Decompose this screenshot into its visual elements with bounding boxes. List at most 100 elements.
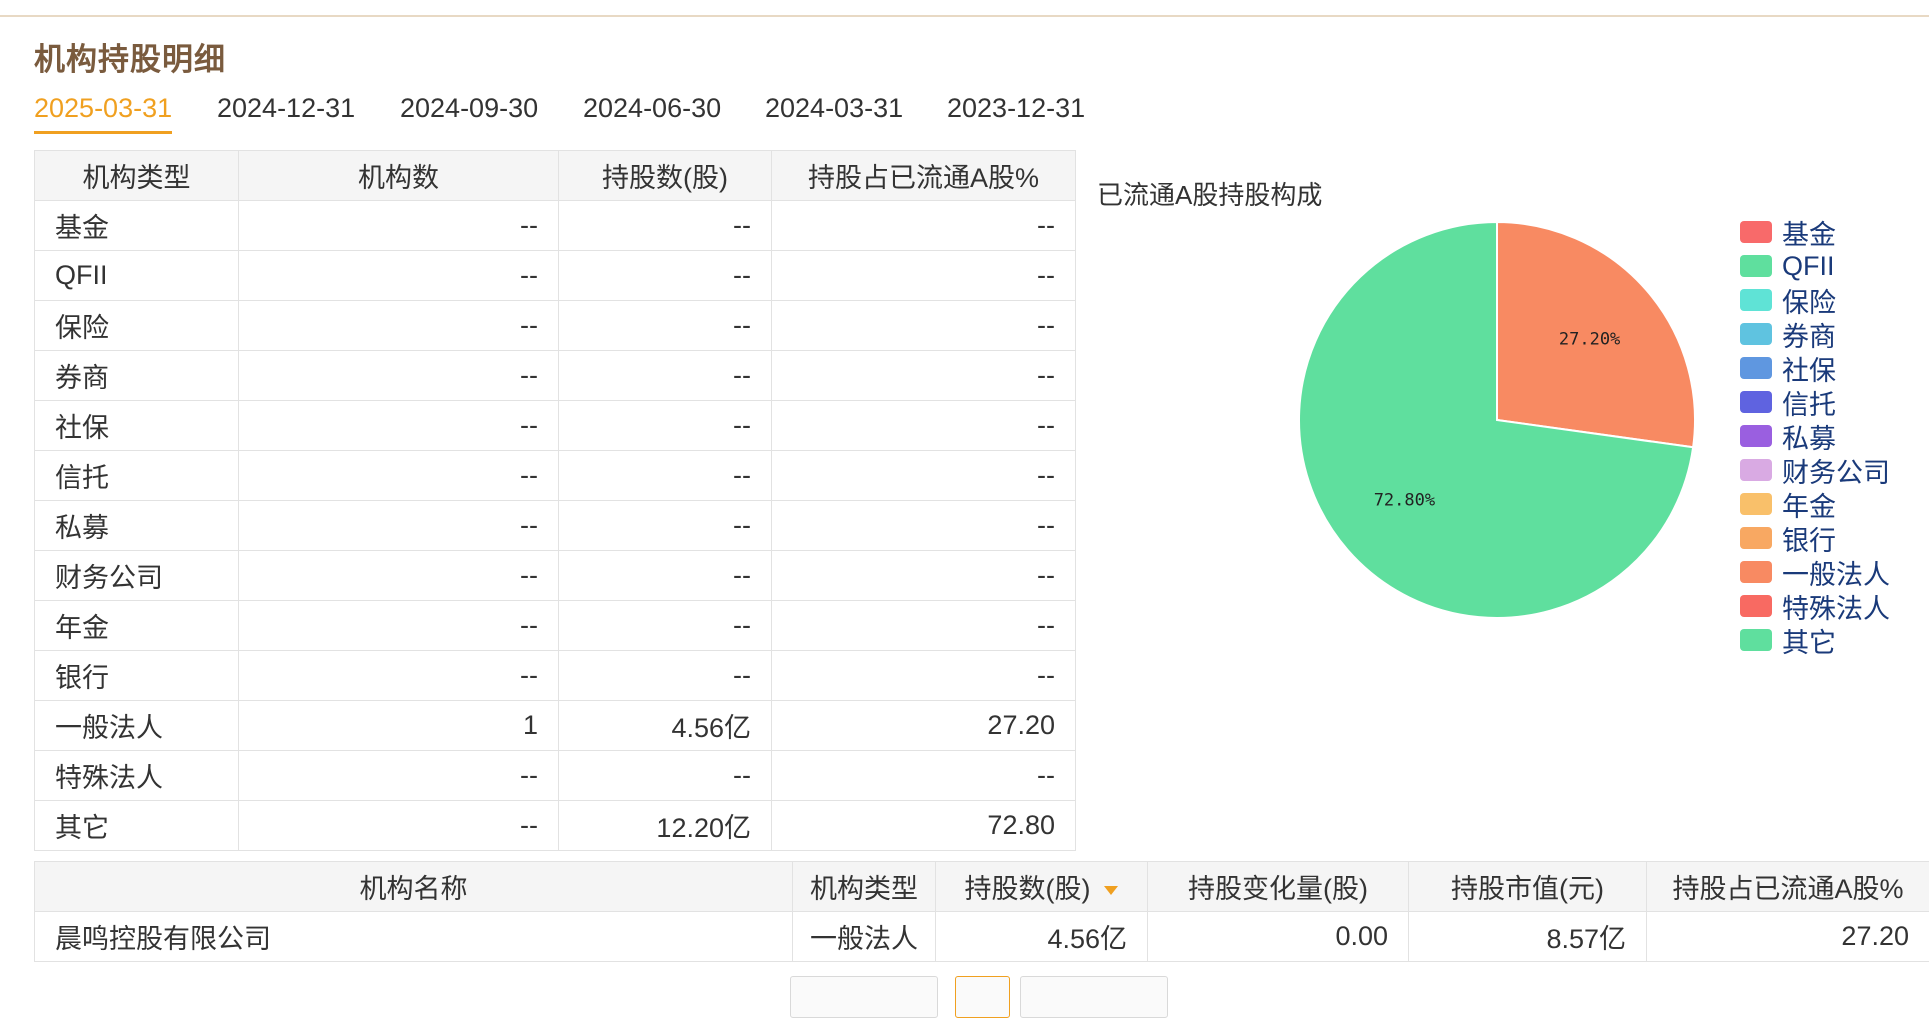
pie-slice-label: 27.20% (1559, 329, 1620, 349)
legend-item[interactable]: 社保 (1740, 351, 1890, 385)
cell-pct: -- (772, 751, 1076, 801)
cell-shares: -- (559, 451, 772, 501)
col-header-shares: 持股数(股) (559, 151, 772, 201)
tab-2024-03-31[interactable]: 2024-03-31 (765, 93, 903, 124)
chart-legend: 基金QFII保险券商社保信托私募财务公司年金银行一般法人特殊法人其它 (1740, 215, 1890, 657)
cell-pct: -- (772, 501, 1076, 551)
pager-next-button[interactable] (1020, 976, 1168, 1018)
legend-item[interactable]: 特殊法人 (1740, 589, 1890, 623)
pie-slice-label: 72.80% (1374, 491, 1435, 511)
cell-count: -- (239, 751, 559, 801)
table-header-row: 机构类型 机构数 持股数(股) 持股占已流通A股% (35, 151, 1076, 201)
table-row: 特殊法人------ (35, 751, 1076, 801)
cell-count: -- (239, 251, 559, 301)
col-header-change: 持股变化量(股) (1148, 862, 1409, 912)
cell-type: 信托 (35, 451, 239, 501)
tab-2025-03-31[interactable]: 2025-03-31 (34, 93, 172, 124)
legend-swatch (1740, 561, 1772, 583)
pager-page-button[interactable] (955, 976, 1010, 1018)
cell-pct: -- (772, 301, 1076, 351)
col-header-name: 机构名称 (35, 862, 793, 912)
cell-type: 私募 (35, 501, 239, 551)
top-divider (0, 15, 1929, 17)
legend-item[interactable]: 财务公司 (1740, 453, 1890, 487)
legend-item[interactable]: 私募 (1740, 419, 1890, 453)
tab-2024-12-31[interactable]: 2024-12-31 (217, 93, 355, 124)
table-row: 年金------ (35, 601, 1076, 651)
legend-item[interactable]: 信托 (1740, 385, 1890, 419)
cell-pct: 27.20 (1647, 912, 1929, 962)
active-tab-underline (34, 131, 172, 134)
section-title: 机构持股明细 (34, 34, 226, 79)
legend-item[interactable]: 基金 (1740, 215, 1890, 249)
table-row: 基金------ (35, 201, 1076, 251)
cell-count: -- (239, 651, 559, 701)
tab-2024-06-30[interactable]: 2024-06-30 (583, 93, 721, 124)
cell-shares: -- (559, 201, 772, 251)
cell-pct: -- (772, 551, 1076, 601)
cell-count: -- (239, 451, 559, 501)
sort-desc-icon (1104, 886, 1118, 895)
cell-pct: 27.20 (772, 701, 1076, 751)
cell-pct: -- (772, 401, 1076, 451)
table-row: 私募------ (35, 501, 1076, 551)
legend-swatch (1740, 391, 1772, 413)
col-header-type: 机构类型 (793, 862, 936, 912)
cell-type: 财务公司 (35, 551, 239, 601)
legend-swatch (1740, 357, 1772, 379)
legend-item[interactable]: QFII (1740, 249, 1890, 283)
legend-swatch (1740, 425, 1772, 447)
cell-count: -- (239, 551, 559, 601)
legend-label: 其它 (1782, 621, 1836, 660)
cell-market-value: 8.57亿 (1409, 912, 1647, 962)
cell-shares: -- (559, 351, 772, 401)
cell-pct: -- (772, 451, 1076, 501)
legend-swatch (1740, 323, 1772, 345)
cell-count: -- (239, 601, 559, 651)
cell-count: -- (239, 301, 559, 351)
table-header-row: 机构名称 机构类型 持股数(股) 持股变化量(股) 持股市值(元) 持股占已流通… (35, 862, 1929, 912)
cell-type: 一般法人 (35, 701, 239, 751)
legend-label: QFII (1782, 251, 1835, 282)
legend-item[interactable]: 券商 (1740, 317, 1890, 351)
table-row: 财务公司------ (35, 551, 1076, 601)
legend-item[interactable]: 保险 (1740, 283, 1890, 317)
cell-shares: -- (559, 251, 772, 301)
legend-swatch (1740, 289, 1772, 311)
table-row: 券商------ (35, 351, 1076, 401)
cell-pct: -- (772, 601, 1076, 651)
cell-pct: -- (772, 351, 1076, 401)
pager-prev-button[interactable] (790, 976, 938, 1018)
col-header-market-value: 持股市值(元) (1409, 862, 1647, 912)
col-header-shares-sortable[interactable]: 持股数(股) (936, 862, 1148, 912)
tab-label: 2025-03-31 (34, 93, 172, 123)
cell-pct: -- (772, 651, 1076, 701)
cell-type: 其它 (35, 801, 239, 851)
col-header-type: 机构类型 (35, 151, 239, 201)
legend-item[interactable]: 其它 (1740, 623, 1890, 657)
cell-shares: -- (559, 651, 772, 701)
cell-shares: 4.56亿 (936, 912, 1148, 962)
table-row: QFII------ (35, 251, 1076, 301)
legend-swatch (1740, 493, 1772, 515)
holding-composition-pie: 27.20% 72.80% (1280, 210, 1700, 630)
cell-type: 一般法人 (793, 912, 936, 962)
cell-shares: -- (559, 551, 772, 601)
legend-item[interactable]: 年金 (1740, 487, 1890, 521)
col-header-pct: 持股占已流通A股% (772, 151, 1076, 201)
institution-type-table: 机构类型 机构数 持股数(股) 持股占已流通A股% 基金------QFII--… (34, 150, 1076, 851)
cell-name[interactable]: 晨鸣控股有限公司 (35, 912, 793, 962)
tab-2024-09-30[interactable]: 2024-09-30 (400, 93, 538, 124)
cell-type: 社保 (35, 401, 239, 451)
table-row: 信托------ (35, 451, 1076, 501)
legend-item[interactable]: 银行 (1740, 521, 1890, 555)
cell-type: 银行 (35, 651, 239, 701)
cell-count: -- (239, 201, 559, 251)
cell-count: -- (239, 401, 559, 451)
cell-shares: 4.56亿 (559, 701, 772, 751)
cell-shares: -- (559, 501, 772, 551)
cell-shares: 12.20亿 (559, 801, 772, 851)
legend-item[interactable]: 一般法人 (1740, 555, 1890, 589)
tab-2023-12-31[interactable]: 2023-12-31 (947, 93, 1085, 124)
cell-pct: -- (772, 201, 1076, 251)
